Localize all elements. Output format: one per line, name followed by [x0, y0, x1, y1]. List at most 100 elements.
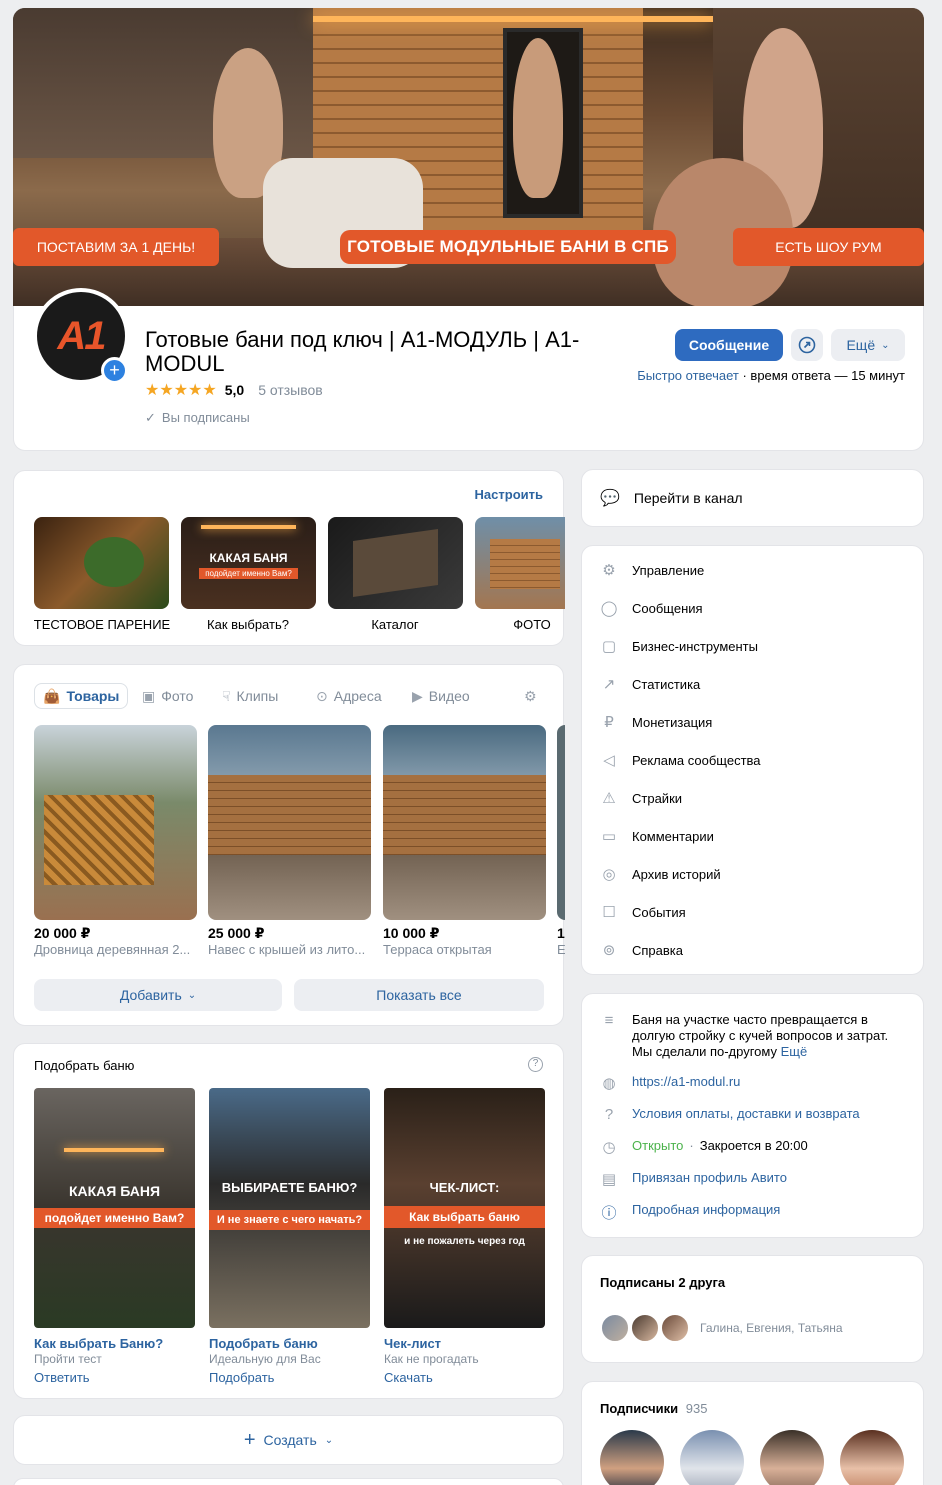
comment-icon: ▭: [601, 828, 617, 845]
hours-row[interactable]: ◷ Открыто · Закроется в 20:00: [600, 1138, 807, 1156]
menu-label: Реклама сообщества: [632, 752, 761, 768]
highlight-label[interactable]: ТЕСТОВОЕ ПАРЕНИЕ: [32, 617, 172, 632]
tab-video[interactable]: ▶ Видео: [412, 683, 470, 709]
details-link[interactable]: Подробная информация: [632, 1202, 780, 1223]
quiz-image[interactable]: КАКАЯ БАНЯ подойдет именно Вам?: [34, 1088, 195, 1328]
good-title[interactable]: Навес с крышей из лито...: [208, 942, 371, 957]
quiz-item-subtitle: Как не прогадать: [384, 1352, 479, 1366]
add-story-icon[interactable]: +: [101, 357, 128, 384]
menu-item-archive[interactable]: ◎ Архив историй: [600, 864, 721, 884]
friends-title[interactable]: Подписаны 2 друга: [600, 1275, 725, 1290]
friends-names: Галина, Евгения, Татьяна: [700, 1321, 843, 1335]
highlight-thumb[interactable]: [475, 517, 565, 609]
website-row[interactable]: ◍ https://a1-modul.ru: [600, 1074, 740, 1092]
terms-row[interactable]: ? Условия оплаты, доставки и возврата: [600, 1106, 860, 1123]
rating[interactable]: ★★★★★ 5,0 5 отзывов: [145, 380, 323, 400]
highlight-label[interactable]: ФОТО: [502, 617, 562, 632]
bag-icon: ▢: [601, 638, 617, 655]
quiz-item-title[interactable]: Как выбрать Баню?: [34, 1336, 163, 1351]
more-button[interactable]: Ещё ⌄: [831, 329, 905, 361]
good-title[interactable]: Терраса открытая: [383, 942, 546, 957]
menu-label: События: [632, 904, 686, 920]
quiz-image[interactable]: ЧЕК-ЛИСТ: Как выбрать баню и не пожалеть…: [384, 1088, 545, 1328]
good-image[interactable]: [34, 725, 197, 920]
menu-label: Архив историй: [632, 866, 721, 882]
cover-banner-left: ПОСТАВИМ ЗА 1 ДЕНЬ!: [13, 228, 219, 266]
tab-addresses[interactable]: ⊙ Адреса: [316, 683, 382, 709]
channel-link[interactable]: 💬 Перейти в канал: [581, 469, 924, 527]
plus-icon: +: [243, 1428, 256, 1451]
highlight-thumb[interactable]: КАКАЯ БАНЯ подойдет именно Вам?: [181, 517, 316, 609]
menu-label: Справка: [632, 942, 683, 958]
quiz-item-title[interactable]: Подобрать баню: [209, 1336, 318, 1351]
menu-item-ads[interactable]: ◁ Реклама сообщества: [600, 750, 761, 770]
good-image[interactable]: [557, 725, 565, 920]
menu-item-management[interactable]: ⚙ Управление: [600, 560, 704, 580]
quiz-item-title[interactable]: Чек-лист: [384, 1336, 441, 1351]
subscribed-status[interactable]: ✓ Вы подписаны: [145, 410, 250, 426]
good-image[interactable]: [383, 725, 546, 920]
menu-item-monetization[interactable]: ₽ Монетизация: [600, 712, 712, 732]
reply-time: · время ответа — 15 минут: [738, 368, 905, 383]
menu-item-stats[interactable]: ↗ Статистика: [600, 674, 701, 694]
highlight-thumb[interactable]: [328, 517, 463, 609]
avito-row[interactable]: ▤ Привязан профиль Авито: [600, 1170, 787, 1188]
create-button[interactable]: + Создать ⌄: [13, 1415, 564, 1465]
avatar[interactable]: [630, 1313, 660, 1343]
good-title[interactable]: Е: [557, 942, 565, 957]
photo-icon: ▣: [142, 687, 156, 704]
quiz-overlay-title: КАКАЯ БАНЯ: [68, 1183, 161, 1199]
menu-item-strikes[interactable]: ⚠ Страйки: [600, 788, 682, 808]
quiz-title: Подобрать баню: [34, 1058, 135, 1073]
good-price: 10 000 ₽: [383, 925, 440, 941]
website-link[interactable]: https://a1-modul.ru: [632, 1074, 740, 1092]
avatar[interactable]: [660, 1313, 690, 1343]
tab-clips[interactable]: ☟ Клипы: [222, 683, 278, 709]
tab-photos[interactable]: ▣ Фото: [142, 683, 193, 709]
menu-item-business[interactable]: ▢ Бизнес-инструменты: [600, 636, 758, 656]
add-button[interactable]: Добавить ⌄: [34, 979, 282, 1011]
help-icon[interactable]: ?: [528, 1057, 543, 1072]
location-icon: ⊙: [316, 687, 328, 704]
quiz-item-action[interactable]: Подобрать: [209, 1370, 274, 1385]
more-link[interactable]: Ещё: [781, 1044, 808, 1059]
quiz-item-action[interactable]: Ответить: [34, 1370, 90, 1385]
chevron-down-icon: ⌄: [324, 1434, 334, 1446]
quiz-image[interactable]: ВЫБИРАЕТЕ БАНЮ? И не знаете с чего начат…: [209, 1088, 370, 1328]
menu-item-comments[interactable]: ▭ Комментарии: [600, 826, 714, 846]
message-button[interactable]: Сообщение: [675, 329, 783, 361]
details-row[interactable]: ⓘ Подробная информация: [600, 1202, 780, 1223]
subscribers-title[interactable]: Подписчики 935: [600, 1401, 707, 1416]
event-icon: ☐: [602, 904, 616, 921]
avatar[interactable]: [600, 1430, 664, 1485]
menu-item-help[interactable]: ⊚ Справка: [600, 940, 683, 960]
subscribed-label: Вы подписаны: [161, 410, 250, 425]
menu-label: Монетизация: [632, 714, 713, 730]
settings-link[interactable]: Настроить: [475, 487, 543, 502]
avatar[interactable]: [840, 1430, 904, 1485]
avito-link[interactable]: Привязан профиль Авито: [632, 1170, 787, 1188]
terms-link[interactable]: Условия оплаты, доставки и возврата: [632, 1106, 860, 1123]
avatar[interactable]: [760, 1430, 824, 1485]
quiz-item-subtitle: Пройти тест: [34, 1352, 102, 1366]
reply-fast: Быстро отвечает: [637, 368, 739, 383]
quiz-item-action[interactable]: Скачать: [384, 1370, 433, 1385]
menu-item-events[interactable]: ☐ События: [600, 902, 686, 922]
warning-icon: ⚠: [602, 790, 616, 807]
good-title[interactable]: Дровница деревянная 2...: [34, 942, 197, 957]
subscribers-section: Подписчики 935: [581, 1381, 924, 1485]
reviews-link[interactable]: 5 отзывов: [258, 382, 323, 398]
highlight-label[interactable]: Как выбрать?: [178, 617, 318, 632]
menu-item-messages[interactable]: ◯ Сообщения: [600, 598, 703, 618]
gear-icon[interactable]: ⚙: [524, 683, 537, 709]
highlight-label[interactable]: Каталог: [325, 617, 465, 632]
good-image[interactable]: [208, 725, 371, 920]
share-icon[interactable]: [791, 329, 823, 361]
video-icon: ▶: [412, 687, 423, 704]
avatar[interactable]: [680, 1430, 744, 1485]
avatar[interactable]: [600, 1313, 630, 1343]
highlight-thumb[interactable]: [34, 517, 169, 609]
show-all-button[interactable]: Показать все: [294, 979, 544, 1011]
briefcase-icon: ▤: [601, 1171, 617, 1188]
tab-goods[interactable]: 👜 Товары: [34, 683, 129, 709]
